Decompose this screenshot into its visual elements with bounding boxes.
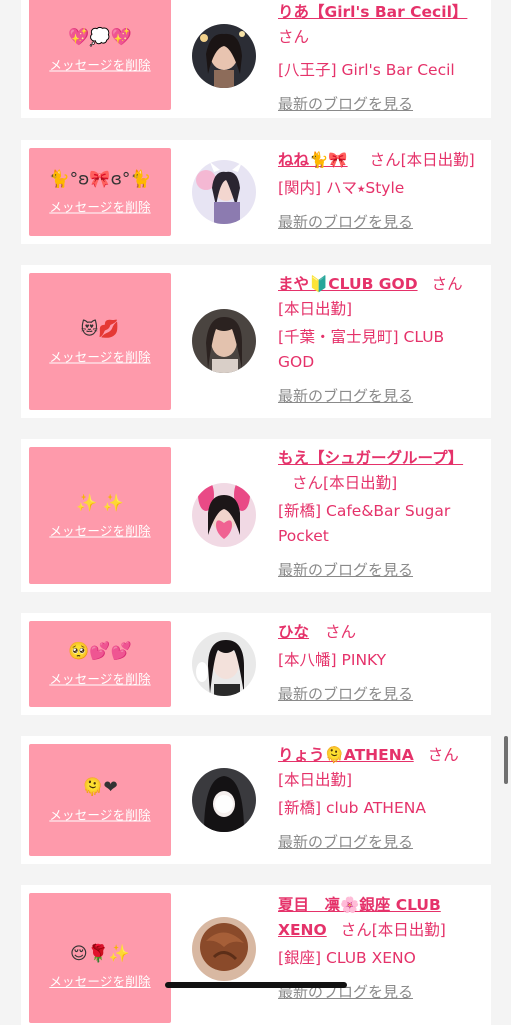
message-card: 🫠❤ メッセージを削除 りょう🫠ATHENA さん [本日出勤] [新橋] clu… [21, 736, 491, 864]
honorific: さん [340, 921, 372, 939]
message-box: 🫠❤ メッセージを削除 [29, 744, 171, 856]
card-info: 夏目 凛🌸銀座 CLUB XENO さん[本日出勤] [銀座] CLUB XENO… [278, 893, 487, 1005]
avatar[interactable] [192, 768, 256, 832]
shop-name: [新橋] Cafe&Bar Sugar Pocket [278, 502, 451, 545]
latest-blog-link[interactable]: 最新のブログを見る [278, 830, 413, 855]
honorific: さん [369, 151, 401, 169]
card-info: りょう🫠ATHENA さん [本日出勤] [新橋] club ATHENA 最新の… [278, 743, 487, 855]
message-box: ✨ ✨ メッセージを削除 [29, 447, 171, 584]
message-emoji: 💖💭💖 [68, 27, 132, 48]
girl-name-link[interactable]: りあ【Girl's Bar Cecil】 [278, 3, 467, 21]
avatar[interactable] [192, 160, 256, 224]
message-emoji: 😻💋 [80, 319, 120, 339]
message-box: 🥺💕💕 メッセージを削除 [29, 621, 171, 707]
shop-name: [千葉・富士見町] CLUB GOD [278, 328, 445, 371]
shop-name: [関内] ハマ⭑Style [278, 179, 405, 197]
delete-message-link[interactable]: メッセージを削除 [49, 805, 150, 824]
message-emoji: 😌🌹✨ [69, 944, 131, 964]
shop-name: [本八幡] PINKY [278, 651, 387, 669]
today-badge: [本日出勤] [371, 921, 446, 939]
girl-name-link[interactable]: もえ【シュガーグループ】 [278, 449, 463, 467]
girl-name-link[interactable]: まや🔰CLUB GOD [278, 275, 418, 293]
delete-message-link[interactable]: メッセージを削除 [49, 346, 150, 365]
message-card: 💖💭💖 メッセージを削除 りあ【Girl's Bar Cecil】 さん [八王… [21, 0, 491, 118]
honorific: さん [325, 623, 357, 641]
message-card: 😻💋 メッセージを削除 まや🔰CLUB GOD さん [本日出勤] [千葉・富士見… [21, 265, 491, 418]
delete-message-link[interactable]: メッセージを削除 [49, 55, 150, 74]
girl-name-link[interactable]: りょう🫠ATHENA [278, 746, 414, 764]
honorific: さん [278, 28, 310, 46]
card-info: もえ【シュガーグループ】さん[本日出勤] [新橋] Cafe&Bar Sugar… [278, 446, 487, 583]
girl-name-link[interactable]: ひな [278, 623, 309, 641]
delete-message-link[interactable]: メッセージを削除 [49, 520, 150, 539]
message-emoji: 🫠❤ [82, 777, 118, 798]
card-info: りあ【Girl's Bar Cecil】 さん [八王子] Girl's Bar… [278, 0, 487, 117]
card-info: まや🔰CLUB GOD さん [本日出勤] [千葉・富士見町] CLUB GOD … [278, 272, 487, 409]
message-box: 😌🌹✨ メッセージを削除 [29, 893, 171, 1023]
today-badge: [本日出勤] [400, 151, 475, 169]
message-card: 🐈°ʚ🎀ɞ°🐈 メッセージを削除 ねね🐈🎀 さん[本日出勤] [関内] ハマ⭑St… [21, 140, 491, 244]
avatar[interactable] [192, 483, 256, 547]
shop-name: [八王子] Girl's Bar Cecil [278, 61, 455, 79]
honorific: さん [292, 474, 324, 492]
message-card: ✨ ✨ メッセージを削除 もえ【シュガーグループ】さん[本日出勤] [新橋] C… [21, 439, 491, 592]
scrollbar[interactable] [504, 736, 508, 784]
delete-message-link[interactable]: メッセージを削除 [49, 971, 150, 990]
avatar[interactable] [192, 917, 256, 981]
card-info: ひな さん [本八幡] PINKY 最新のブログを見る [278, 620, 487, 707]
avatar[interactable] [192, 24, 256, 88]
message-emoji: 🐈°ʚ🎀ɞ°🐈 [48, 169, 152, 190]
today-badge: [本日出勤] [323, 474, 398, 492]
message-emoji: ✨ ✨ [76, 493, 124, 513]
today-badge: [本日出勤] [278, 300, 353, 318]
message-card: 🥺💕💕 メッセージを削除 ひな さん [本八幡] PINKY 最新のブログを見る [21, 613, 491, 715]
latest-blog-link[interactable]: 最新のブログを見る [278, 558, 413, 583]
latest-blog-link[interactable]: 最新のブログを見る [278, 92, 413, 117]
message-emoji: 🥺💕💕 [68, 641, 132, 662]
avatar[interactable] [192, 309, 256, 373]
home-indicator[interactable] [165, 982, 347, 988]
today-badge: [本日出勤] [278, 771, 353, 789]
delete-message-link[interactable]: メッセージを削除 [49, 669, 150, 688]
card-info: ねね🐈🎀 さん[本日出勤] [関内] ハマ⭑Style 最新のブログを見る [278, 148, 487, 235]
avatar[interactable] [192, 632, 256, 696]
girl-name-link[interactable]: ねね🐈🎀 [278, 151, 348, 169]
shop-name: [銀座] CLUB XENO [278, 949, 416, 967]
delete-message-link[interactable]: メッセージを削除 [49, 197, 150, 216]
message-card: 😌🌹✨ メッセージを削除 夏目 凛🌸銀座 CLUB XENO さん[本日出勤] [… [21, 885, 491, 1025]
latest-blog-link[interactable]: 最新のブログを見る [278, 682, 413, 707]
message-box: 🐈°ʚ🎀ɞ°🐈 メッセージを削除 [29, 148, 171, 236]
latest-blog-link[interactable]: 最新のブログを見る [278, 384, 413, 409]
message-box: 😻💋 メッセージを削除 [29, 273, 171, 410]
latest-blog-link[interactable]: 最新のブログを見る [278, 210, 413, 235]
honorific: さん [431, 275, 463, 293]
shop-name: [新橋] club ATHENA [278, 799, 426, 817]
honorific: さん [427, 746, 459, 764]
message-box: 💖💭💖 メッセージを削除 [29, 0, 171, 110]
